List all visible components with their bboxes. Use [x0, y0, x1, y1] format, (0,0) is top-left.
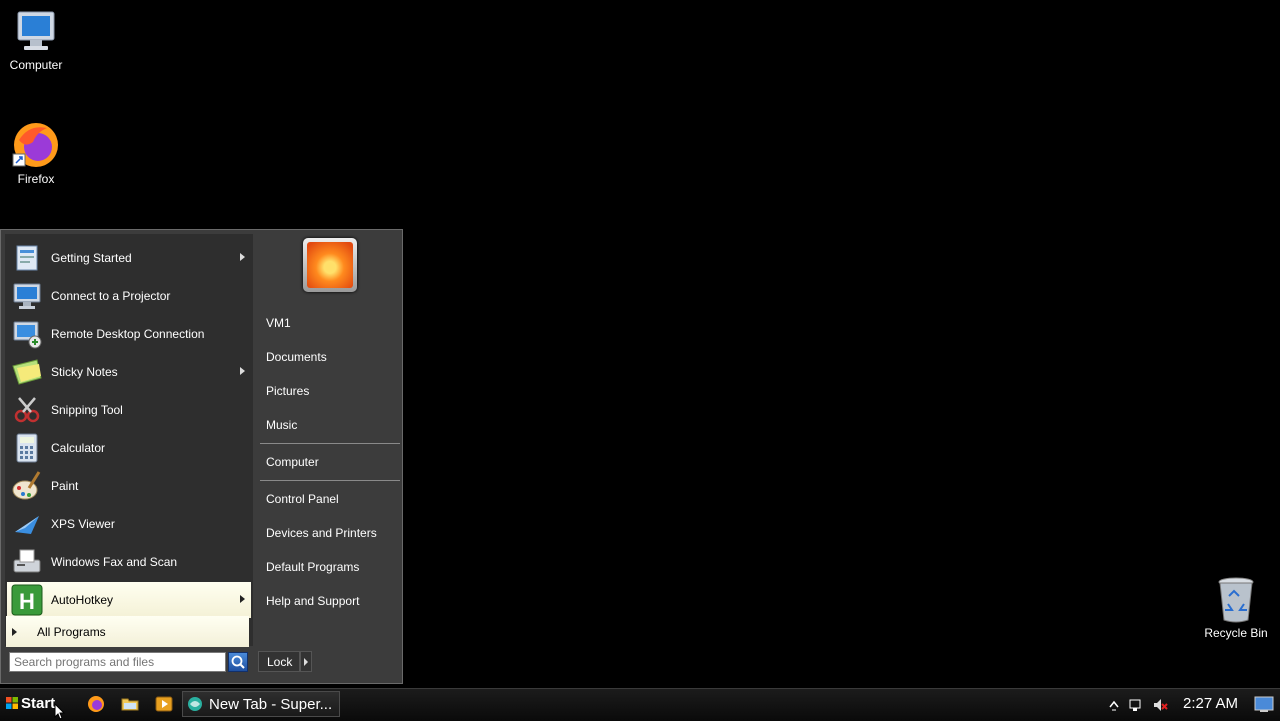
menu-item-connect-projector[interactable]: Connect to a Projector	[7, 278, 251, 314]
computer-icon	[17, 11, 55, 50]
remote-desktop-icon	[13, 321, 42, 349]
all-programs-arrow-icon	[12, 627, 17, 636]
desktop-icon-firefox[interactable]: Firefox	[0, 120, 72, 186]
svg-text:H: H	[19, 589, 35, 614]
menu-item-snipping-tool[interactable]: Snipping Tool	[7, 392, 251, 428]
menu-item-label: AutoHotkey	[51, 593, 114, 607]
menu-item-sticky-notes[interactable]: Sticky Notes	[7, 354, 251, 390]
link-pictures[interactable]: Pictures	[266, 384, 309, 398]
menu-item-remote-desktop[interactable]: Remote Desktop Connection	[7, 316, 251, 352]
lock-button[interactable]: Lock	[258, 651, 300, 672]
desktop-icon-label: Firefox	[17, 172, 55, 186]
link-music[interactable]: Music	[266, 418, 297, 432]
volume-muted-icon[interactable]	[1152, 697, 1168, 713]
divider	[260, 443, 400, 444]
recycle-bin-icon	[1218, 577, 1254, 623]
menu-item-autohotkey[interactable]: H AutoHotkey	[7, 582, 251, 618]
link-devices-printers[interactable]: Devices and Printers	[266, 526, 377, 540]
show-desktop-icon[interactable]	[1254, 695, 1274, 713]
submenu-arrow-icon	[240, 253, 245, 261]
menu-item-getting-started[interactable]: Getting Started	[7, 240, 251, 276]
start-label: Start	[21, 694, 56, 712]
menu-item-fax-scan[interactable]: Windows Fax and Scan	[7, 544, 251, 580]
projector-icon	[13, 283, 41, 309]
menu-item-label: Connect to a Projector	[51, 289, 171, 303]
menu-item-calculator[interactable]: Calculator	[7, 430, 251, 466]
firefox-icon	[12, 123, 58, 167]
link-default-programs[interactable]: Default Programs	[266, 560, 359, 574]
link-control-panel[interactable]: Control Panel	[266, 492, 339, 506]
menu-item-xps-viewer[interactable]: XPS Viewer	[7, 506, 251, 542]
link-documents[interactable]: Documents	[266, 350, 327, 364]
divider	[260, 480, 400, 481]
menu-item-label: Remote Desktop Connection	[51, 327, 205, 341]
submenu-arrow-icon	[240, 367, 245, 375]
desktop-icon-computer[interactable]: Computer	[0, 8, 72, 72]
menu-item-label: Paint	[51, 479, 79, 493]
menu-item-label: XPS Viewer	[51, 517, 115, 531]
windows-logo-icon	[6, 697, 18, 709]
submenu-arrow-icon	[240, 595, 245, 603]
desktop-icon-label: Computer	[9, 58, 63, 72]
desktop-icon-label: Recycle Bin	[1204, 626, 1268, 640]
user-avatar[interactable]	[303, 238, 357, 292]
taskbar-window-label: New Tab - Super...	[209, 695, 333, 713]
menu-item-label: Snipping Tool	[51, 403, 123, 417]
show-hidden-icons-icon[interactable]	[1106, 697, 1122, 713]
menu-item-label: Windows Fax and Scan	[51, 555, 178, 569]
shutdown-options-button[interactable]	[300, 651, 312, 672]
browser-icon	[188, 697, 202, 711]
mouse-cursor-icon	[54, 703, 66, 720]
explorer-folder-icon[interactable]	[121, 695, 139, 713]
menu-item-label: Getting Started	[51, 251, 132, 265]
taskbar: Start New Tab - Super... 2:27 AM	[0, 688, 1280, 721]
calculator-icon	[16, 433, 38, 463]
flower-picture-icon	[307, 242, 353, 288]
start-button[interactable]: Start	[2, 689, 62, 717]
menu-item-label: Sticky Notes	[51, 365, 118, 379]
search-input[interactable]	[9, 652, 226, 672]
taskbar-window-button[interactable]: New Tab - Super...	[182, 691, 340, 717]
sticky-notes-icon	[12, 359, 42, 385]
autohotkey-icon: H	[11, 584, 43, 616]
all-programs-label: All Programs	[37, 624, 106, 639]
all-programs-button[interactable]: All Programs	[6, 616, 249, 647]
xps-viewer-icon	[15, 516, 39, 534]
snipping-tool-icon	[14, 397, 40, 423]
media-player-icon[interactable]	[155, 695, 173, 713]
paint-icon	[12, 471, 41, 500]
fax-scan-icon	[13, 549, 41, 573]
link-computer[interactable]: Computer	[266, 455, 319, 469]
search-button[interactable]	[228, 652, 248, 672]
start-menu-places-pane: VM1 Documents Pictures Music Computer Co…	[256, 230, 402, 645]
menu-item-label: Calculator	[51, 441, 106, 455]
menu-item-paint[interactable]: Paint	[7, 468, 251, 504]
link-help-support[interactable]: Help and Support	[266, 594, 359, 608]
network-icon[interactable]	[1128, 697, 1144, 713]
link-user-folder[interactable]: VM1	[266, 316, 291, 330]
system-clock[interactable]: 2:27 AM	[1183, 695, 1238, 712]
desktop-icon-recycle-bin[interactable]: Recycle Bin	[1200, 576, 1272, 640]
getting-started-icon	[16, 245, 38, 271]
search-icon	[231, 655, 245, 669]
start-menu-programs-pane: Getting Started Connect to a Projector R…	[5, 234, 253, 646]
firefox-icon[interactable]	[87, 695, 105, 713]
